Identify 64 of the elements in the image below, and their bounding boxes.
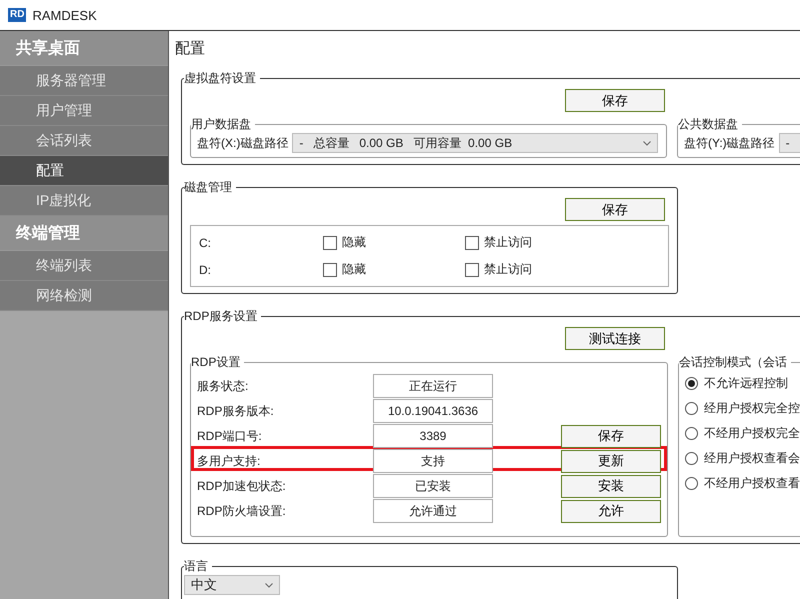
- sidebar-item[interactable]: 会话列表: [0, 126, 168, 156]
- radio-label: 经用户授权完全控: [704, 400, 800, 417]
- checkbox[interactable]: [465, 262, 479, 276]
- group-title: 会话控制模式（会话: [679, 354, 788, 371]
- value-field: 3389: [373, 424, 493, 448]
- group-title: RDP设置: [191, 354, 242, 371]
- sidebar-item[interactable]: 用户管理: [0, 96, 168, 126]
- checkbox-label: 禁止访问: [484, 261, 532, 278]
- setting-label: RDP服务版本:: [197, 402, 275, 420]
- checkbox[interactable]: [465, 236, 479, 250]
- field-label: 盘符(X:)磁盘路径: [197, 134, 288, 152]
- action-button[interactable]: 允许: [561, 500, 661, 522]
- group-title: 磁盘管理: [184, 179, 233, 196]
- value-field: 支持: [373, 449, 493, 473]
- sidebar-item[interactable]: 终端列表: [0, 251, 168, 281]
- group-title: 用户数据盘: [191, 116, 252, 133]
- sidebar-item[interactable]: 网络检测: [0, 281, 168, 311]
- setting-label: RDP加速包状态:: [197, 478, 287, 494]
- language-dropdown[interactable]: 中文: [184, 575, 280, 595]
- field-label: 盘符(Y:)磁盘路径: [684, 134, 775, 152]
- radio-button[interactable]: [685, 427, 698, 440]
- group-title: 公共数据盘: [678, 116, 739, 133]
- checkbox-label: 隐藏: [342, 234, 366, 251]
- drive-label: D:: [199, 262, 212, 276]
- test-connection-button[interactable]: 测试连接: [565, 327, 665, 350]
- sidebar-item[interactable]: 配置: [0, 156, 168, 186]
- page-title: 配置: [175, 39, 206, 58]
- checkbox-label: 禁止访问: [484, 234, 532, 251]
- setting-label: 服务状态:: [197, 378, 250, 394]
- save-button[interactable]: 保存: [565, 89, 665, 112]
- radio-button[interactable]: [685, 377, 698, 390]
- radio-label: 不经用户授权查看: [704, 475, 800, 492]
- group-title: 语言: [184, 558, 209, 575]
- checkbox[interactable]: [323, 236, 337, 250]
- disk-dropdown[interactable]: - 总容量 0.00 GB 可用容量 0.00 GB: [292, 133, 658, 153]
- checkbox-label: 隐藏: [342, 261, 366, 278]
- radio-button[interactable]: [685, 477, 698, 490]
- app-logo: RD: [8, 8, 26, 22]
- group-title: 虚拟盘符设置: [184, 70, 257, 87]
- setting-label: 多用户支持:: [197, 452, 262, 470]
- action-button[interactable]: 更新: [561, 450, 661, 472]
- chevron-down-icon: [643, 140, 652, 146]
- radio-label: 经用户授权查看会: [704, 450, 800, 467]
- disk-dropdown[interactable]: -: [778, 133, 800, 153]
- window-title: RAMDESK: [32, 8, 97, 22]
- radio-label: 不允许远程控制: [704, 375, 788, 392]
- value-field: 10.0.19041.3636: [373, 399, 493, 423]
- radio-label: 不经用户授权完全: [704, 425, 800, 442]
- checkbox[interactable]: [323, 262, 337, 276]
- radio-button[interactable]: [685, 452, 698, 465]
- action-button[interactable]: 安装: [561, 474, 661, 498]
- save-button[interactable]: 保存: [565, 198, 665, 221]
- action-button[interactable]: 保存: [561, 424, 661, 448]
- value-field: 已安装: [373, 474, 493, 498]
- setting-label: RDP防火墙设置:: [197, 502, 287, 520]
- radio-button[interactable]: [685, 402, 698, 415]
- sidebar-item[interactable]: 服务器管理: [0, 66, 168, 96]
- chevron-down-icon: [265, 582, 273, 588]
- value-field: 正在运行: [373, 374, 493, 398]
- setting-label: RDP端口号:: [197, 428, 263, 444]
- group-title: RDP服务设置: [184, 308, 258, 325]
- drive-label: C:: [199, 236, 212, 250]
- value-field: 允许通过: [373, 499, 493, 523]
- sidebar-item[interactable]: IP虚拟化: [0, 186, 168, 216]
